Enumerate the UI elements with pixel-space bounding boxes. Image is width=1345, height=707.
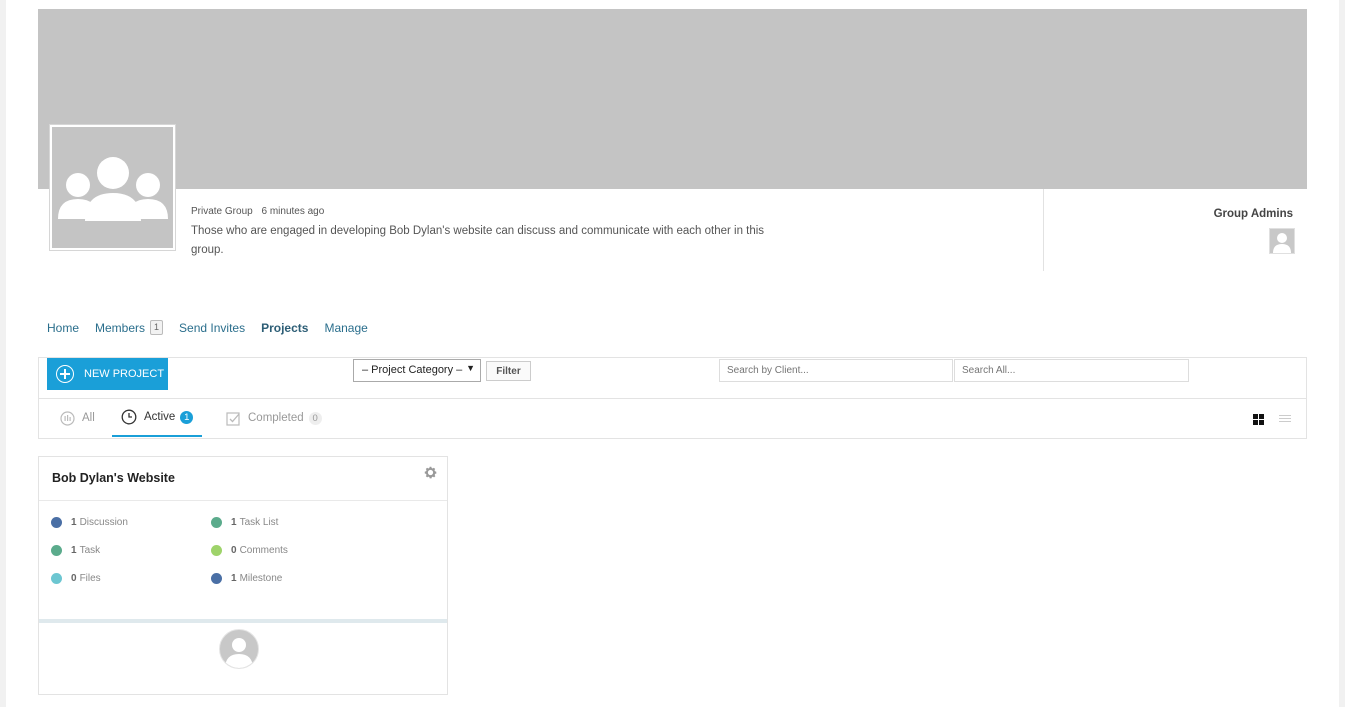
comments-dot-icon [211, 545, 222, 556]
card-divider [39, 500, 447, 501]
project-category-select[interactable]: – Project Category – ▼ [353, 359, 481, 382]
group-nav: Home Members 1 Send Invites Projects Man… [47, 320, 384, 335]
tab-active[interactable]: Active 1 [112, 399, 203, 437]
discussion-dot-icon [51, 517, 62, 528]
task-dot-icon [51, 545, 62, 556]
tab-active-label: Active [144, 411, 176, 423]
project-title[interactable]: Bob Dylan's Website [52, 471, 175, 485]
tab-all[interactable]: All [60, 399, 95, 437]
card-band [39, 619, 447, 623]
completed-check-icon [226, 411, 240, 426]
grid-view-icon[interactable] [1253, 412, 1264, 430]
group-description: Those who are engaged in developing Bob … [191, 225, 765, 256]
project-category-value: – Project Category – [362, 364, 463, 376]
page: Private Group 6 minutes ago Those who ar… [6, 0, 1339, 707]
search-by-client-input[interactable] [719, 359, 953, 382]
group-cover-image [38, 9, 1307, 189]
list-view-icon[interactable] [1279, 412, 1291, 430]
tab-completed-label: Completed [248, 412, 304, 424]
project-card[interactable]: Bob Dylan's Website 1 Discussion 1 Task … [38, 456, 448, 695]
nav-members-label: Members [95, 320, 146, 335]
new-project-label: NEW PROJECT [84, 368, 165, 380]
members-count-badge: 1 [150, 320, 164, 335]
milestone-dot-icon [211, 573, 222, 584]
project-status-tabs: All Active 1 Completed 0 [39, 399, 1306, 437]
files-dot-icon [51, 573, 62, 584]
group-admins-title: Group Admins [1213, 208, 1293, 220]
nav-members[interactable]: Members 1 [95, 320, 164, 335]
group-time-ago: 6 minutes ago [261, 206, 325, 217]
group-users-icon [58, 157, 168, 221]
all-projects-icon [60, 410, 75, 426]
tab-all-label: All [82, 412, 95, 424]
clock-icon [121, 409, 137, 425]
task-list-dot-icon [211, 517, 222, 528]
nav-manage[interactable]: Manage [324, 320, 367, 335]
nav-home[interactable]: Home [47, 320, 79, 335]
projects-toolbar: NEW PROJECT – Project Category – ▼ Filte… [38, 357, 1307, 439]
stat-comments[interactable]: 0 Comments [211, 545, 288, 556]
stat-milestone[interactable]: 1 Milestone [211, 573, 282, 584]
tab-completed[interactable]: Completed 0 [226, 399, 322, 437]
gear-icon[interactable] [423, 465, 438, 485]
stat-task[interactable]: 1 Task [51, 545, 100, 556]
group-meta: Private Group 6 minutes ago [191, 206, 330, 217]
group-avatar [50, 125, 175, 250]
filter-button[interactable]: Filter [486, 361, 531, 381]
stat-files[interactable]: 0 Files [51, 573, 101, 584]
stat-task-list[interactable]: 1 Task List [211, 517, 278, 528]
stat-discussion[interactable]: 1 Discussion [51, 517, 128, 528]
admin-avatar[interactable] [1269, 228, 1295, 254]
new-project-button[interactable]: NEW PROJECT [47, 358, 168, 390]
user-icon [1273, 233, 1291, 253]
nav-send-invites[interactable]: Send Invites [179, 320, 245, 335]
plus-circle-icon [56, 365, 74, 383]
divider [1043, 189, 1044, 271]
nav-projects[interactable]: Projects [261, 320, 308, 335]
member-avatar[interactable] [219, 629, 259, 674]
search-all-input[interactable] [954, 359, 1189, 382]
active-count-badge: 1 [180, 410, 194, 424]
group-privacy: Private Group [191, 206, 253, 217]
dropdown-arrow-icon: ▼ [466, 363, 475, 373]
completed-count-badge: 0 [308, 411, 322, 425]
user-avatar-icon [219, 629, 259, 669]
